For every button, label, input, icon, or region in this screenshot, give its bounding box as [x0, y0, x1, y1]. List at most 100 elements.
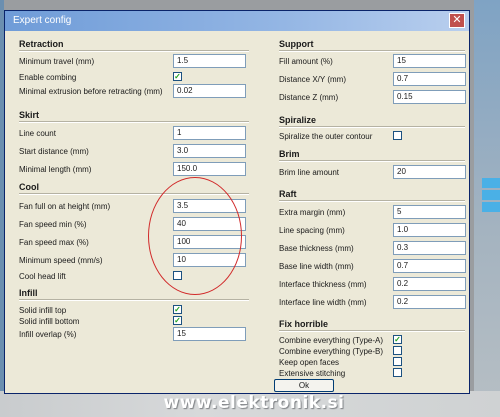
enable-combing-checkbox[interactable]: ✓ [173, 72, 182, 81]
expert-config-dialog: Expert config ✕ Retraction Minimum trave… [4, 10, 470, 394]
row-brim-line-amount: Brim line amount 20 [279, 165, 466, 179]
keep-open-faces-checkbox[interactable] [393, 357, 402, 366]
field-label: Fan speed min (%) [19, 220, 87, 229]
distance-z-input[interactable]: 0.15 [393, 90, 466, 104]
field-label: Fan full on at height (mm) [19, 202, 111, 211]
field-label: Extra margin (mm) [279, 208, 346, 217]
check-mark-icon: ✓ [174, 72, 181, 81]
line-spacing-input[interactable]: 1.0 [393, 223, 466, 237]
section-title: Retraction [19, 39, 64, 49]
extensive-stitching-checkbox[interactable] [393, 368, 402, 377]
check-mark-icon: ✓ [174, 316, 181, 325]
row-minimal-extrusion: Minimal extrusion before retracting (mm)… [19, 84, 249, 98]
field-label: Solid infill bottom [19, 317, 80, 326]
section-title: Brim [279, 149, 300, 159]
section-skirt: Skirt [19, 110, 249, 123]
row-minimal-length: Minimal length (mm) 150.0 [19, 162, 249, 176]
combine-type-a-checkbox[interactable]: ✓ [393, 335, 402, 344]
window-title: Expert config [13, 15, 72, 26]
title-bar[interactable]: Expert config ✕ [5, 11, 469, 31]
row-infill-overlap: Infill overlap (%) 15 [19, 327, 249, 341]
row-line-spacing: Line spacing (mm) 1.0 [279, 223, 466, 237]
section-title: Raft [279, 189, 297, 199]
minimal-extrusion-input[interactable]: 0.02 [173, 84, 246, 98]
brim-line-amount-input[interactable]: 20 [393, 165, 466, 179]
field-label: Spiralize the outer contour [279, 132, 373, 141]
field-label: Fill amount (%) [279, 57, 333, 66]
section-title: Support [279, 39, 314, 49]
section-brim: Brim [279, 149, 465, 162]
row-minimum-travel: Minimum travel (mm) 1.5 [19, 54, 249, 68]
base-thickness-input[interactable]: 0.3 [393, 241, 466, 255]
base-line-width-input[interactable]: 0.7 [393, 259, 466, 273]
minimum-travel-input[interactable]: 1.5 [173, 54, 246, 68]
check-mark-icon: ✓ [394, 335, 401, 344]
field-label: Interface line width (mm) [279, 298, 367, 307]
field-label: Minimal extrusion before retracting (mm) [19, 87, 163, 96]
section-support: Support [279, 39, 465, 52]
section-infill: Infill [19, 288, 249, 301]
row-base-thickness: Base thickness (mm) 0.3 [279, 241, 466, 255]
spiralize-checkbox[interactable] [393, 131, 402, 140]
row-enable-combing: Enable combing ✓ [19, 70, 249, 84]
viewport-object [482, 178, 500, 188]
viewport-object [482, 202, 500, 212]
section-title: Spiralize [279, 115, 317, 125]
row-distance-z: Distance Z (mm) 0.15 [279, 90, 466, 104]
field-label: Distance Z (mm) [279, 93, 339, 102]
row-distance-xy: Distance X/Y (mm) 0.7 [279, 72, 466, 86]
row-start-distance: Start distance (mm) 3.0 [19, 144, 249, 158]
viewport-object [482, 190, 500, 200]
solid-infill-top-checkbox[interactable]: ✓ [173, 305, 182, 314]
fill-amount-input[interactable]: 15 [393, 54, 466, 68]
section-title: Cool [19, 182, 39, 192]
field-label: Interface thickness (mm) [279, 280, 367, 289]
field-label: Line count [19, 129, 56, 138]
combine-type-b-checkbox[interactable] [393, 346, 402, 355]
field-label: Distance X/Y (mm) [279, 75, 346, 84]
check-mark-icon: ✓ [174, 305, 181, 314]
minimal-length-input[interactable]: 150.0 [173, 162, 246, 176]
interface-thickness-input[interactable]: 0.2 [393, 277, 466, 291]
field-label: Minimal length (mm) [19, 165, 92, 174]
watermark: www.elektronik.si [163, 393, 345, 413]
section-title: Skirt [19, 110, 40, 120]
start-distance-input[interactable]: 3.0 [173, 144, 246, 158]
field-label: Cool head lift [19, 272, 66, 281]
field-label: Extensive stitching [279, 369, 346, 378]
interface-line-width-input[interactable]: 0.2 [393, 295, 466, 309]
field-label: Enable combing [19, 73, 77, 82]
row-interface-line-width: Interface line width (mm) 0.2 [279, 295, 466, 309]
section-spiralize: Spiralize [279, 115, 465, 128]
close-button[interactable]: ✕ [449, 13, 465, 28]
field-label: Minimum speed (mm/s) [19, 256, 103, 265]
field-label: Base line width (mm) [279, 262, 354, 271]
field-label: Start distance (mm) [19, 147, 89, 156]
row-spiralize: Spiralize the outer contour [279, 129, 465, 143]
field-label: Line spacing (mm) [279, 226, 345, 235]
distance-xy-input[interactable]: 0.7 [393, 72, 466, 86]
ok-button[interactable]: Ok [274, 379, 334, 392]
row-extensive-stitching: Extensive stitching [279, 366, 465, 380]
annotation-circle [148, 177, 242, 295]
row-base-line-width: Base line width (mm) 0.7 [279, 259, 466, 273]
field-label: Base thickness (mm) [279, 244, 354, 253]
row-solid-infill-bottom: Solid infill bottom ✓ [19, 314, 249, 328]
row-line-count: Line count 1 [19, 126, 249, 140]
extra-margin-input[interactable]: 5 [393, 205, 466, 219]
row-fill-amount: Fill amount (%) 15 [279, 54, 466, 68]
field-label: Infill overlap (%) [19, 330, 77, 339]
field-label: Brim line amount [279, 168, 340, 177]
section-title: Fix horrible [279, 319, 329, 329]
row-interface-thickness: Interface thickness (mm) 0.2 [279, 277, 466, 291]
solid-infill-bottom-checkbox[interactable]: ✓ [173, 316, 182, 325]
infill-overlap-input[interactable]: 15 [173, 327, 246, 341]
line-count-input[interactable]: 1 [173, 126, 246, 140]
field-label: Fan speed max (%) [19, 238, 89, 247]
row-extra-margin: Extra margin (mm) 5 [279, 205, 466, 219]
field-label: Minimum travel (mm) [19, 57, 95, 66]
section-title: Infill [19, 288, 38, 298]
desktop-viewport [474, 0, 500, 417]
section-raft: Raft [279, 189, 465, 202]
section-fix-horrible: Fix horrible [279, 319, 465, 332]
